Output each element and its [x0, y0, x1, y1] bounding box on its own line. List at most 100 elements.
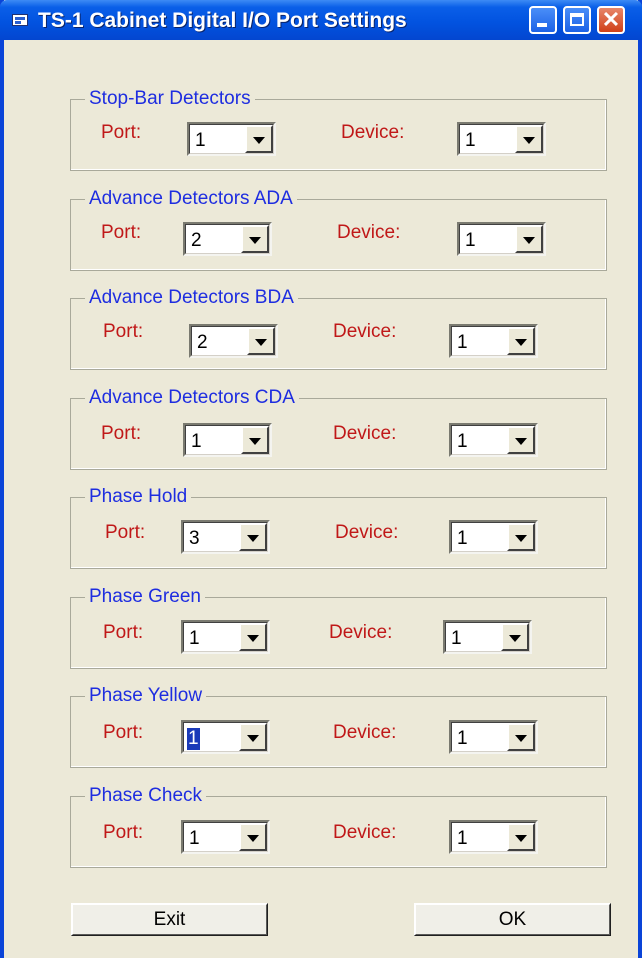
port-value: 1 — [189, 628, 200, 649]
port-label: Port: — [103, 722, 144, 743]
group-title: Advance Detectors CDA — [85, 387, 299, 409]
device-value: 1 — [457, 728, 468, 749]
device-dropdown-button[interactable] — [507, 327, 535, 355]
chevron-down-icon — [247, 535, 259, 542]
chevron-down-icon — [523, 137, 535, 144]
device-value: 1 — [451, 628, 462, 649]
port-dropdown-button[interactable] — [239, 623, 267, 651]
device-combo[interactable]: 1 — [449, 820, 538, 854]
device-value: 1 — [457, 431, 468, 452]
device-combo[interactable]: 1 — [449, 720, 538, 754]
device-dropdown-button[interactable] — [515, 225, 543, 253]
port-label: Port: — [101, 222, 142, 243]
window-title: TS-1 Cabinet Digital I/O Port Settings — [38, 9, 407, 32]
chevron-down-icon — [253, 137, 265, 144]
chevron-down-icon — [515, 735, 527, 742]
chevron-down-icon — [249, 438, 261, 445]
port-combo[interactable]: 1 — [181, 620, 270, 654]
device-label: Device: — [333, 321, 397, 342]
chevron-down-icon — [523, 237, 535, 244]
chevron-down-icon — [247, 835, 259, 842]
group-advance-detectors-cda: Advance Detectors CDA Port: 1 Device: 1 — [70, 387, 607, 470]
chevron-down-icon — [515, 535, 527, 542]
device-label: Device: — [341, 122, 405, 143]
port-dropdown-button[interactable] — [239, 523, 267, 551]
group-phase-check: Phase Check Port: 1 Device: 1 — [70, 785, 607, 868]
device-label: Device: — [333, 423, 397, 444]
group-advance-detectors-bda: Advance Detectors BDA Port: 2 Device: 1 — [70, 287, 607, 370]
device-label: Device: — [333, 722, 397, 743]
port-value: 3 — [189, 528, 200, 549]
device-dropdown-button[interactable] — [507, 823, 535, 851]
close-button[interactable]: ✕ — [597, 6, 625, 34]
device-dropdown-button[interactable] — [507, 723, 535, 751]
group-stop-bar-detectors: Stop-Bar Detectors Port: 1 Device: 1 — [70, 88, 607, 171]
group-phase-yellow: Phase Yellow Port: 1 Device: 1 — [70, 685, 607, 768]
device-combo[interactable]: 1 — [457, 222, 546, 256]
device-dropdown-button[interactable] — [507, 426, 535, 454]
port-combo[interactable]: 2 — [183, 222, 272, 256]
group-title: Phase Yellow — [85, 685, 207, 707]
device-dropdown-button[interactable] — [507, 523, 535, 551]
port-dropdown-button[interactable] — [245, 125, 273, 153]
group-title: Advance Detectors BDA — [85, 287, 298, 309]
port-dropdown-button[interactable] — [239, 723, 267, 751]
port-dropdown-button[interactable] — [239, 823, 267, 851]
port-label: Port: — [101, 122, 142, 143]
device-label: Device: — [333, 822, 397, 843]
port-label: Port: — [103, 622, 144, 643]
device-combo[interactable]: 1 — [449, 324, 538, 358]
port-value: 2 — [197, 332, 208, 353]
device-label: Device: — [335, 522, 399, 543]
port-combo[interactable]: 1 — [187, 122, 276, 156]
settings-window: TS-1 Cabinet Digital I/O Port Settings ✕… — [0, 0, 642, 958]
group-phase-hold: Phase Hold Port: 3 Device: 1 — [70, 486, 607, 569]
port-label: Port: — [103, 822, 144, 843]
chevron-down-icon — [515, 339, 527, 346]
title-bar[interactable]: TS-1 Cabinet Digital I/O Port Settings ✕ — [0, 0, 642, 40]
port-label: Port: — [103, 321, 144, 342]
device-combo[interactable]: 1 — [457, 122, 546, 156]
device-label: Device: — [337, 222, 401, 243]
chevron-down-icon — [249, 237, 261, 244]
chevron-down-icon — [255, 339, 267, 346]
ok-button[interactable]: OK — [414, 903, 611, 936]
device-label: Device: — [329, 622, 393, 643]
maximize-button[interactable] — [563, 6, 591, 34]
chevron-down-icon — [515, 438, 527, 445]
device-combo[interactable]: 1 — [443, 620, 532, 654]
chevron-down-icon — [247, 735, 259, 742]
port-combo[interactable]: 1 — [181, 820, 270, 854]
chevron-down-icon — [509, 635, 521, 642]
port-dropdown-button[interactable] — [241, 225, 269, 253]
close-icon: ✕ — [601, 7, 621, 32]
group-title: Stop-Bar Detectors — [85, 88, 255, 110]
port-value: 1 — [187, 728, 200, 750]
group-title: Phase Green — [85, 586, 205, 608]
device-dropdown-button[interactable] — [501, 623, 529, 651]
port-label: Port: — [105, 522, 146, 543]
port-combo[interactable]: 2 — [189, 324, 278, 358]
maximize-icon — [570, 13, 584, 26]
minimize-icon — [537, 23, 547, 27]
device-combo[interactable]: 1 — [449, 423, 538, 457]
device-value: 1 — [465, 230, 476, 251]
device-value: 1 — [457, 828, 468, 849]
group-title: Phase Hold — [85, 486, 192, 508]
exit-button[interactable]: Exit — [71, 903, 268, 936]
minimize-button[interactable] — [529, 6, 557, 34]
device-combo[interactable]: 1 — [449, 520, 538, 554]
port-combo[interactable]: 1 — [181, 720, 270, 754]
port-combo[interactable]: 1 — [183, 423, 272, 457]
port-combo[interactable]: 3 — [181, 520, 270, 554]
device-value: 1 — [457, 332, 468, 353]
port-value: 1 — [189, 828, 200, 849]
port-label: Port: — [101, 423, 142, 444]
app-icon[interactable] — [12, 14, 28, 26]
chevron-down-icon — [247, 635, 259, 642]
port-dropdown-button[interactable] — [241, 426, 269, 454]
group-title: Advance Detectors ADA — [85, 188, 297, 210]
port-dropdown-button[interactable] — [247, 327, 275, 355]
device-dropdown-button[interactable] — [515, 125, 543, 153]
group-title: Phase Check — [85, 785, 207, 807]
